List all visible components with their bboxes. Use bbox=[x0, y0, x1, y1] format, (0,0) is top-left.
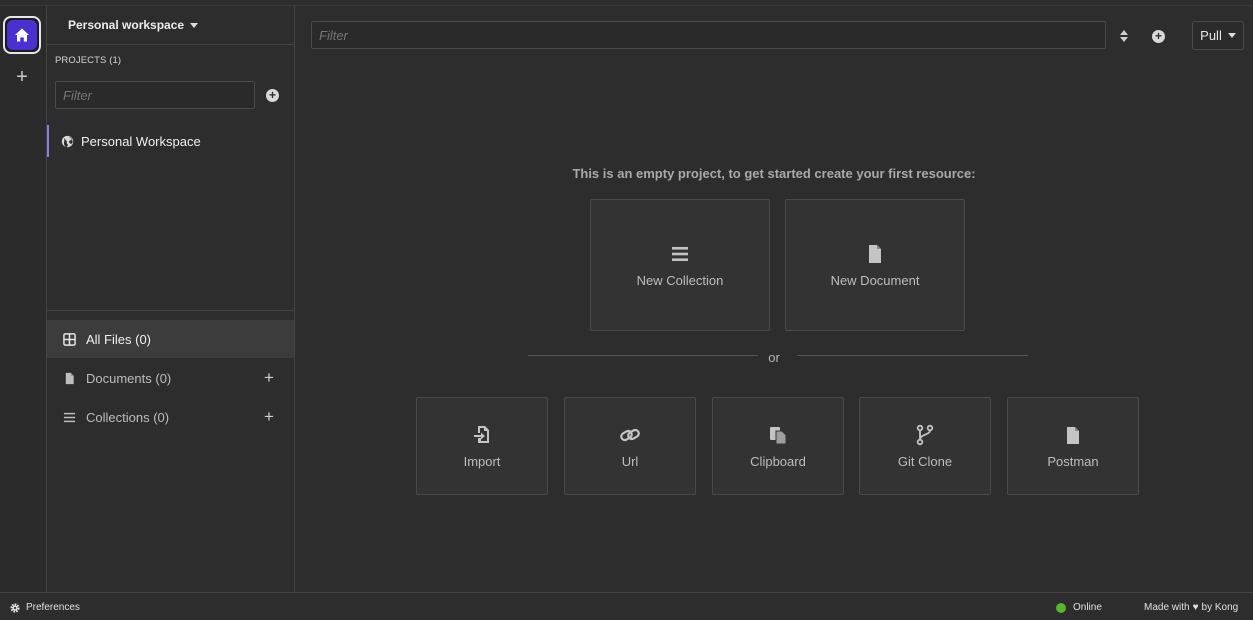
card-label: Url bbox=[621, 453, 639, 469]
globe-icon bbox=[61, 135, 74, 147]
card-label: New Document bbox=[830, 272, 920, 288]
project-filter-input[interactable] bbox=[55, 81, 255, 109]
home-button[interactable] bbox=[3, 16, 41, 54]
git-clone-card[interactable]: Git Clone bbox=[859, 397, 991, 495]
project-sidebar: Personal workspace PROJECTS (1) + Person… bbox=[47, 6, 295, 592]
main-filter-input[interactable] bbox=[311, 21, 1106, 49]
url-card[interactable]: Url bbox=[564, 397, 696, 495]
home-icon bbox=[15, 28, 29, 42]
add-collection-button[interactable]: + bbox=[264, 408, 274, 425]
divider-right bbox=[797, 355, 1028, 356]
grid-icon bbox=[63, 332, 76, 346]
card-label: New Collection bbox=[636, 272, 724, 288]
new-document-card[interactable]: New Document bbox=[785, 199, 965, 331]
list-icon bbox=[672, 246, 688, 261]
add-organization-button[interactable]: + bbox=[13, 67, 31, 87]
caret-down-icon bbox=[1227, 33, 1236, 38]
git-branch-icon bbox=[916, 424, 934, 445]
app-rail: + bbox=[0, 6, 47, 592]
import-icon bbox=[474, 425, 489, 443]
pull-label: Pull bbox=[1200, 28, 1222, 43]
add-resource-button[interactable]: + bbox=[1152, 30, 1165, 43]
project-item-personal-workspace[interactable]: Personal Workspace bbox=[47, 125, 294, 157]
new-collection-card[interactable]: New Collection bbox=[590, 199, 770, 331]
workspace-title: Personal workspace bbox=[68, 18, 185, 32]
document-icon bbox=[869, 244, 881, 263]
sort-icon[interactable] bbox=[1119, 29, 1129, 43]
card-label: Git Clone bbox=[897, 453, 953, 469]
heart-icon: ♥ bbox=[1192, 602, 1199, 613]
card-label: Clipboard bbox=[750, 453, 806, 469]
status-bar: Preferences Online Made with ♥ by Kong bbox=[0, 592, 1253, 620]
empty-project-message: This is an empty project, to get started… bbox=[572, 166, 976, 181]
card-label: Postman bbox=[1047, 453, 1099, 469]
or-label: or bbox=[768, 350, 780, 365]
workspace-dropdown[interactable]: Personal workspace bbox=[47, 6, 294, 45]
preferences-button[interactable]: Preferences bbox=[10, 602, 80, 613]
add-project-button[interactable]: + bbox=[266, 89, 279, 102]
nav-all-files[interactable]: All Files (0) bbox=[47, 320, 294, 358]
nav-documents[interactable]: Documents (0) + bbox=[47, 359, 294, 397]
postman-card[interactable]: Postman bbox=[1007, 397, 1139, 495]
clipboard-card[interactable]: Clipboard bbox=[712, 397, 844, 495]
divider bbox=[47, 310, 294, 311]
nav-label: Documents (0) bbox=[86, 370, 172, 386]
by-kong-label: by Kong bbox=[1201, 602, 1239, 613]
document-icon bbox=[1067, 426, 1079, 444]
document-icon bbox=[65, 372, 74, 384]
made-with-kong-link[interactable]: Made with ♥ by Kong bbox=[1144, 602, 1238, 613]
list-icon bbox=[63, 412, 76, 422]
caret-down-icon bbox=[190, 22, 199, 28]
nav-label: All Files (0) bbox=[86, 331, 152, 347]
card-label: Import bbox=[463, 453, 501, 469]
preferences-label: Preferences bbox=[26, 602, 80, 613]
online-label: Online bbox=[1073, 602, 1102, 613]
online-status: Online bbox=[1056, 602, 1102, 613]
link-icon bbox=[620, 428, 640, 441]
project-name: Personal Workspace bbox=[81, 133, 201, 149]
nav-label: Collections (0) bbox=[86, 409, 170, 425]
projects-label: PROJECTS (1) bbox=[55, 55, 122, 66]
main-content: + Pull This is an empty project, to get … bbox=[295, 6, 1253, 592]
import-card[interactable]: Import bbox=[416, 397, 548, 495]
status-dot-icon bbox=[1056, 602, 1066, 613]
gear-icon bbox=[10, 602, 20, 613]
clipboard-icon bbox=[770, 426, 787, 444]
made-with-label: Made with bbox=[1144, 602, 1190, 613]
add-document-button[interactable]: + bbox=[264, 369, 274, 386]
pull-dropdown[interactable]: Pull bbox=[1192, 21, 1244, 50]
nav-collections[interactable]: Collections (0) + bbox=[47, 398, 294, 436]
